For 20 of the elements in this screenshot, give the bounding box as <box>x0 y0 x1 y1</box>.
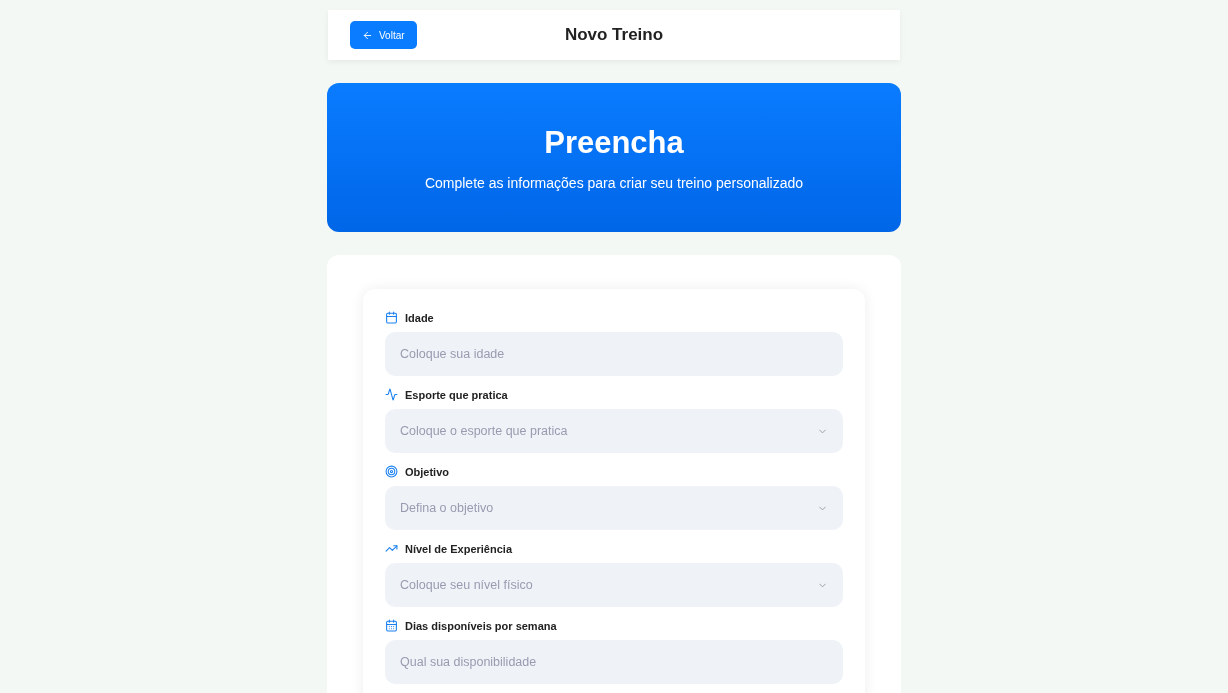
hero-subtitle: Complete as informações para criar seu treino personalizado <box>424 174 804 191</box>
back-button[interactable]: Voltar <box>350 21 417 49</box>
field-label: Idade <box>405 311 434 324</box>
target-icon <box>385 465 398 478</box>
arrow-left-icon <box>362 29 373 41</box>
select-field[interactable]: Coloque seu nível físico <box>385 563 843 607</box>
field-label: Objetivo <box>405 465 449 478</box>
input-field[interactable]: Qual sua disponibilidade <box>385 640 843 684</box>
input-field[interactable]: Coloque sua idade <box>385 332 843 376</box>
trend-up-icon <box>385 542 398 555</box>
field-label: Nível de Experiência <box>405 542 512 555</box>
calendar-icon <box>385 311 398 324</box>
pulse-icon <box>385 388 398 401</box>
select-field[interactable]: Coloque o esporte que pratica <box>385 409 843 453</box>
field-label: Esporte que pratica <box>405 388 508 401</box>
page-title: Novo Treino <box>564 25 664 45</box>
hero-title: Preencha <box>544 124 684 161</box>
calendar-icon <box>385 619 398 632</box>
select-field[interactable]: Defina o objetivo <box>385 486 843 530</box>
field-label: Dias disponíveis por semana <box>405 619 557 632</box>
